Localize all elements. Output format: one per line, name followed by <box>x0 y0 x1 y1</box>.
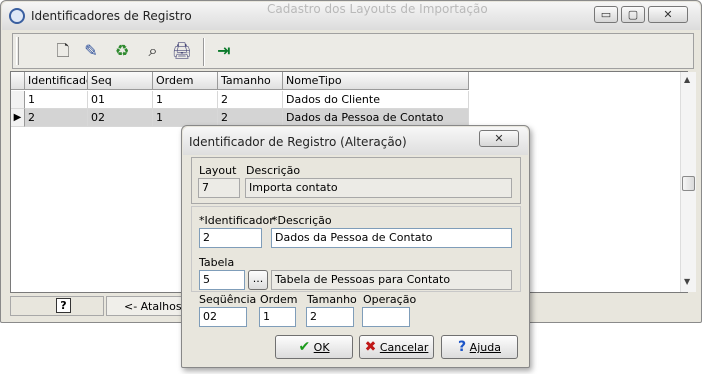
ok-label: OK <box>313 341 330 354</box>
descricao-field[interactable]: Dados da Pessoa de Contato <box>271 228 512 248</box>
minimize-button[interactable]: ▭ <box>594 6 618 23</box>
help-question-icon: ? <box>458 339 467 355</box>
header-seq[interactable]: Seq <box>88 72 153 90</box>
dialog-close-button[interactable]: ✕ <box>479 130 519 147</box>
identificador-field[interactable]: 2 <box>199 228 262 248</box>
main-title-bar[interactable]: Identificadores de Registro Cadastro dos… <box>2 2 700 30</box>
header-identificador[interactable]: Identificador <box>25 72 88 90</box>
tamanho-field[interactable]: 2 <box>306 307 354 327</box>
table-cell[interactable]: 1 <box>153 91 218 109</box>
ghost-window-title: Cadastro dos Layouts de Importação <box>267 2 488 16</box>
check-icon: ✔ <box>298 339 311 355</box>
dialog-title: Identificador de Registro (Alteração) <box>189 135 407 149</box>
header-indicator <box>11 72 25 90</box>
toolbar: 🗋 ✎ ♻ ⌕ 🖨 ⇥ <box>12 33 694 69</box>
help-icon[interactable]: ? <box>56 298 71 313</box>
print-icon[interactable]: 🖨 <box>169 38 195 64</box>
table-cell[interactable]: 1 <box>25 91 88 109</box>
layout-label: Layout <box>199 164 237 177</box>
close-button[interactable]: ✕ <box>648 6 688 23</box>
find-icon[interactable]: ⌕ <box>140 38 166 64</box>
ok-button[interactable]: ✔ OK <box>275 335 353 359</box>
header-ordem[interactable]: Ordem <box>153 72 218 90</box>
descricao-label: *Descrição <box>272 214 332 227</box>
ordem-field[interactable]: 1 <box>259 307 296 327</box>
tabela-label: Tabela <box>199 256 235 269</box>
toolbar-separator <box>203 38 205 66</box>
shortcut-label: <- Atalhos <box>124 300 182 313</box>
table-cell[interactable]: 2 <box>218 91 283 109</box>
tabela-lookup-button[interactable]: ... <box>248 270 268 290</box>
tamanho-label: Tamanho <box>307 293 357 306</box>
sequencia-label: Seqüência <box>199 293 257 306</box>
help-button[interactable]: ? Ajuda <box>441 335 518 359</box>
operacao-label: Operação <box>363 293 417 306</box>
layout-field: 7 <box>198 178 240 198</box>
app-icon <box>9 8 25 24</box>
layout-description-field: Importa contato <box>245 178 512 198</box>
sequencia-field[interactable]: 02 <box>199 307 247 327</box>
new-record-icon[interactable]: 🗋 <box>50 38 76 64</box>
table-cell[interactable]: 2 <box>25 109 88 127</box>
ordem-label: Ordem <box>260 293 298 306</box>
main-window-title: Identificadores de Registro <box>31 9 192 23</box>
maximize-button[interactable]: ▢ <box>621 6 645 23</box>
cancel-label: Cancelar <box>379 341 429 354</box>
delete-record-icon[interactable]: ♻ <box>109 38 135 64</box>
scroll-up-arrow[interactable]: ▲ <box>684 75 690 84</box>
scroll-down-arrow[interactable]: ▼ <box>684 277 690 286</box>
edit-record-icon[interactable]: ✎ <box>78 38 104 64</box>
table-cell[interactable]: 02 <box>88 109 153 127</box>
toolbar-grip <box>16 37 19 65</box>
row-indicator[interactable] <box>11 91 25 109</box>
row-indicator[interactable]: ▶ <box>11 109 25 127</box>
layout-description-label: Descrição <box>246 164 301 177</box>
cancel-x-icon: ✖ <box>364 339 377 355</box>
identificador-label: *Identificador <box>199 214 274 227</box>
vertical-scrollbar[interactable]: ▲ ▼ <box>680 72 696 292</box>
tabela-field[interactable]: 5 <box>199 270 245 290</box>
header-nometipo[interactable]: NomeTipo <box>283 72 469 90</box>
header-tamanho[interactable]: Tamanho <box>218 72 283 90</box>
exit-icon[interactable]: ⇥ <box>211 38 237 64</box>
edit-dialog: Identificador de Registro (Alteração) ✕ … <box>181 125 530 368</box>
scroll-thumb[interactable] <box>682 176 695 191</box>
tabela-description-field: Tabela de Pessoas para Contato <box>271 270 512 290</box>
table-cell[interactable]: Dados do Cliente <box>283 91 469 109</box>
table-cell[interactable]: 01 <box>88 91 153 109</box>
cancel-button[interactable]: ✖ Cancelar <box>359 335 434 359</box>
help-label: Ajuda <box>469 341 501 354</box>
dialog-title-bar[interactable]: Identificador de Registro (Alteração) ✕ <box>183 127 528 155</box>
operacao-field[interactable] <box>362 307 410 327</box>
